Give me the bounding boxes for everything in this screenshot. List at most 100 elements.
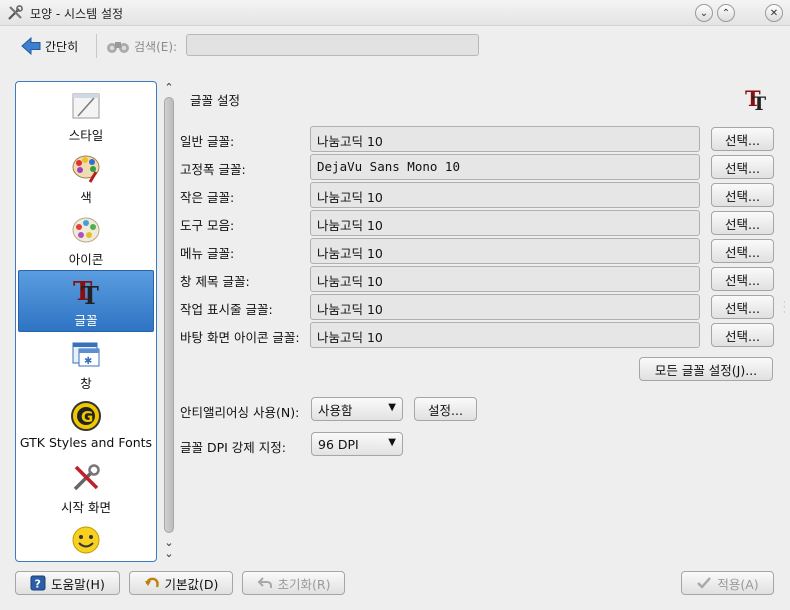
- close-icon[interactable]: ✕: [765, 4, 783, 22]
- font-row-label: 메뉴 글꼴:: [180, 246, 235, 261]
- toolbar-separator: [96, 34, 97, 58]
- sidebar-item-label: 시작 화면: [61, 500, 111, 515]
- svg-text:?: ?: [35, 578, 41, 591]
- window-icon: ✱: [70, 338, 102, 370]
- dpi-label: 글꼴 DPI 강제 지정:: [180, 440, 286, 455]
- toolbar: 간단히 검색(E):: [0, 28, 790, 64]
- font-row-desktop: 바탕 화면 아이콘 글꼴: 나눔고딕 10 선택...: [180, 322, 776, 348]
- apply-button[interactable]: 적용(A): [681, 571, 774, 595]
- font-value: 나눔고딕 10: [310, 238, 700, 264]
- minimize-icon[interactable]: ⌄: [695, 4, 713, 22]
- icons-icon: [70, 214, 102, 246]
- sidebar-item-label: 글꼴: [74, 313, 98, 328]
- font-row-label: 바탕 화면 아이콘 글꼴:: [180, 330, 300, 345]
- chevron-down-icon: ▼: [388, 437, 396, 448]
- gtk-icon: G: [70, 400, 102, 432]
- choose-font-button[interactable]: 선택...: [711, 323, 774, 347]
- reset-button[interactable]: 초기화(R): [242, 571, 345, 595]
- font-row-label: 도구 모음:: [180, 218, 235, 233]
- choose-font-button[interactable]: 선택...: [711, 183, 774, 207]
- fonts-icon: T T: [70, 275, 102, 307]
- sidebar-item-icons[interactable]: 아이콘: [18, 210, 154, 272]
- font-value: 나눔고딕 10: [310, 210, 700, 236]
- font-row-label: 작은 글꼴:: [180, 190, 235, 205]
- sidebar-item-emoticons[interactable]: [18, 520, 154, 561]
- scroll-down-icon[interactable]: ⌄: [161, 547, 177, 561]
- sidebar-item-window[interactable]: ✱ 창: [18, 334, 154, 396]
- choose-font-button[interactable]: 선택...: [711, 155, 774, 179]
- font-value: DejaVu Sans Mono 10: [310, 154, 700, 180]
- fonts-icon: T T: [745, 86, 766, 112]
- sidebar-item-style[interactable]: 스타일: [18, 86, 154, 148]
- reset-icon: [257, 577, 272, 588]
- choose-font-button[interactable]: 선택...: [711, 127, 774, 151]
- font-value: 나눔고딕 10: [310, 126, 700, 152]
- font-value: 나눔고딕 10: [310, 182, 700, 208]
- sidebar-item-fonts[interactable]: T T 글꼴: [18, 270, 154, 332]
- choose-font-button[interactable]: 선택...: [711, 295, 774, 319]
- sidebar-item-label: 아이콘: [68, 252, 104, 267]
- font-row-general: 일반 글꼴: 나눔고딕 10 선택...: [180, 126, 776, 152]
- sidebar-item-color[interactable]: 색: [18, 148, 154, 210]
- defaults-button[interactable]: 기본값(D): [129, 571, 233, 595]
- chevron-down-icon: ▼: [388, 402, 396, 413]
- font-row-taskbar: 작업 표시줄 글꼴: 나눔고딕 10 선택...: [180, 294, 776, 320]
- window-title: 모양 - 시스템 설정: [30, 7, 124, 21]
- font-row-small: 작은 글꼴: 나눔고딕 10 선택...: [180, 182, 776, 208]
- font-row-window-title: 창 제목 글꼴: 나눔고딕 10 선택...: [180, 266, 776, 292]
- back-label: 간단히: [45, 39, 79, 54]
- font-row-fixed: 고정폭 글꼴: DejaVu Sans Mono 10 선택...: [180, 154, 776, 180]
- sidebar-item-splash[interactable]: 시작 화면: [18, 458, 154, 520]
- category-sidebar: 스타일 색 아이콘 T T 글꼴 ✱ 창 G GTK Styles and Fo…: [15, 81, 157, 562]
- search-input[interactable]: [186, 34, 479, 56]
- font-row-label: 작업 표시줄 글꼴:: [180, 302, 273, 317]
- svg-text:✱: ✱: [84, 356, 92, 367]
- adjust-all-fonts-button[interactable]: 모든 글꼴 설정(J)...: [639, 357, 773, 381]
- help-label: 도움말(H): [51, 576, 105, 592]
- antialias-settings-button[interactable]: 설정...: [414, 397, 477, 421]
- dpi-select[interactable]: 96 DPI ▼: [311, 432, 403, 456]
- font-row-label: 일반 글꼴:: [180, 134, 235, 149]
- binoculars-icon: [107, 42, 129, 53]
- svg-text:G: G: [81, 408, 93, 426]
- undo-icon: [144, 577, 159, 588]
- antialias-value: 사용함: [318, 402, 353, 418]
- choose-font-button[interactable]: 선택...: [711, 239, 774, 263]
- choose-font-button[interactable]: 선택...: [711, 211, 774, 235]
- splash-tools-icon: [70, 462, 102, 494]
- scroll-up-icon[interactable]: ⌃: [161, 81, 177, 95]
- sidebar-item-label: 스타일: [68, 128, 104, 143]
- arrow-left-icon: [21, 36, 41, 56]
- checkmark-icon: [697, 577, 712, 589]
- choose-font-button[interactable]: 선택...: [711, 267, 774, 291]
- reset-label: 초기화(R): [277, 576, 331, 592]
- section-title: 글꼴 설정: [190, 93, 240, 108]
- scrollbar-thumb[interactable]: [164, 97, 174, 533]
- search-label-group: 검색(E):: [102, 34, 181, 58]
- font-value: 나눔고딕 10: [310, 322, 700, 348]
- sidebar-scrollbar[interactable]: ⌃ ⌄ ⌄: [161, 81, 177, 562]
- font-value: 나눔고딕 10: [310, 266, 700, 292]
- font-value: 나눔고딕 10: [310, 294, 700, 320]
- svg-text:T: T: [752, 93, 766, 112]
- help-button[interactable]: ? 도움말(H): [15, 571, 120, 595]
- sidebar-item-label: GTK Styles and Fonts: [19, 435, 153, 450]
- antialias-select[interactable]: 사용함 ▼: [311, 397, 403, 421]
- maximize-icon[interactable]: ⌃: [717, 4, 735, 22]
- sidebar-item-label: 창: [80, 376, 92, 391]
- sidebar-item-label: 색: [80, 190, 92, 205]
- defaults-label: 기본값(D): [164, 576, 219, 592]
- font-row-label: 창 제목 글꼴:: [180, 274, 250, 289]
- search-label: 검색(E):: [134, 39, 178, 54]
- apply-label: 적용(A): [717, 576, 759, 592]
- back-overview-button[interactable]: 간단히: [16, 34, 82, 58]
- antialias-label: 안티앨리어싱 사용(N):: [180, 405, 300, 420]
- color-palette-icon: [70, 152, 102, 184]
- help-icon: ?: [30, 575, 46, 591]
- resize-grip: · · ·: [783, 298, 786, 317]
- title-bar: 모양 - 시스템 설정 ⌄ ⌃ ✕: [0, 0, 790, 26]
- sidebar-item-gtk[interactable]: G GTK Styles and Fonts: [18, 396, 154, 458]
- emoticon-icon: [70, 524, 102, 556]
- font-row-toolbar: 도구 모음: 나눔고딕 10 선택...: [180, 210, 776, 236]
- style-icon: [70, 90, 102, 122]
